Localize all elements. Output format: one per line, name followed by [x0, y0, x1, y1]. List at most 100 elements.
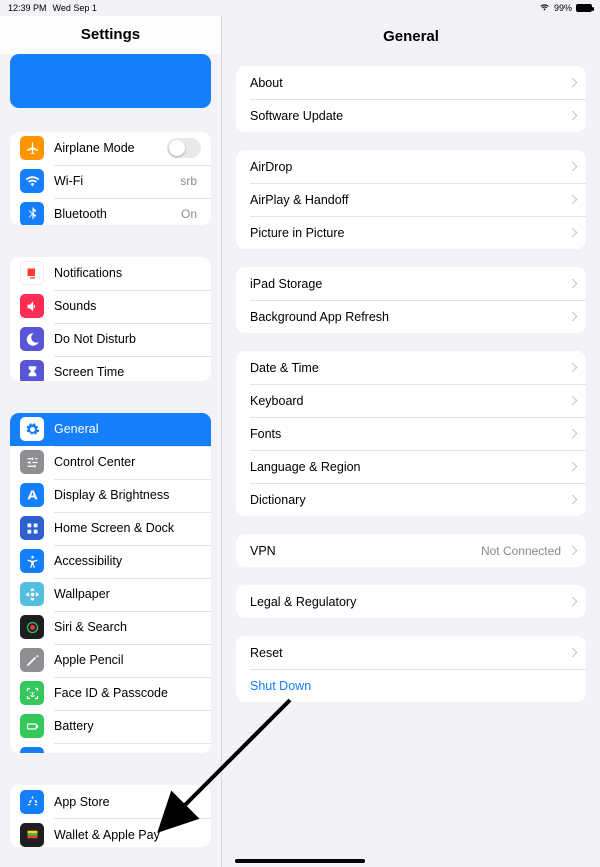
chevron-right-icon: [568, 312, 578, 322]
grid-icon: [20, 516, 44, 540]
row-fonts[interactable]: Fonts: [236, 417, 586, 450]
sidebar-item-label: Do Not Disturb: [54, 332, 201, 346]
sidebar-item-dnd[interactable]: Do Not Disturb: [10, 323, 211, 356]
sidebar-item-screentime[interactable]: Screen Time: [10, 356, 211, 381]
row-datetime[interactable]: Date & Time: [236, 351, 586, 384]
sidebar-group-connectivity: Airplane Mode Wi-Fi srb Bluetooth On: [10, 132, 211, 225]
sidebar-item-label: Apple Pencil: [54, 653, 201, 667]
sidebar-group-general: General Control Center Display & Brightn…: [10, 413, 211, 753]
status-bar: 12:39 PM Wed Sep 1 99%: [0, 0, 600, 16]
sidebar-item-controlcenter[interactable]: Control Center: [10, 446, 211, 479]
sidebar-item-pencil[interactable]: Apple Pencil: [10, 644, 211, 677]
sidebar-item-label: General: [54, 422, 201, 436]
chevron-right-icon: [568, 648, 578, 658]
wifi-icon: [20, 169, 44, 193]
face-icon: [20, 681, 44, 705]
sidebar-item-label: Screen Time: [54, 365, 201, 379]
chevron-right-icon: [568, 396, 578, 406]
sidebar-item-privacy[interactable]: Privacy: [10, 743, 211, 753]
chevron-right-icon: [568, 363, 578, 373]
sidebar-item-general[interactable]: General: [10, 413, 211, 446]
sidebar-item-appstore[interactable]: App Store: [10, 785, 211, 818]
siri-icon: [20, 615, 44, 639]
sidebar-item-label: Wallpaper: [54, 587, 201, 601]
sidebar-item-homescreen[interactable]: Home Screen & Dock: [10, 512, 211, 545]
sidebar-item-label: Privacy: [54, 752, 201, 753]
row-legal[interactable]: Legal & Regulatory: [236, 585, 586, 618]
sidebar-item-value: On: [181, 207, 197, 221]
chevron-right-icon: [568, 111, 578, 121]
bell-icon: [20, 261, 44, 285]
sidebar-item-label: App Store: [54, 795, 201, 809]
row-reset[interactable]: Reset: [236, 636, 586, 669]
main-title: General: [222, 16, 600, 56]
sidebar-item-faceid[interactable]: Face ID & Passcode: [10, 677, 211, 710]
row-label: Date & Time: [250, 361, 565, 375]
sidebar-item-wallet[interactable]: Wallet & Apple Pay: [10, 818, 211, 847]
speaker-icon: [20, 294, 44, 318]
row-bgrefresh[interactable]: Background App Refresh: [236, 300, 586, 333]
accessibility-icon: [20, 549, 44, 573]
airplane-icon: [20, 136, 44, 160]
sidebar-group-notify: Notifications Sounds Do Not Disturb Scre…: [10, 257, 211, 381]
chevron-right-icon: [568, 597, 578, 607]
row-pip[interactable]: Picture in Picture: [236, 216, 586, 249]
row-about[interactable]: About: [236, 66, 586, 99]
sidebar-item-label: Notifications: [54, 266, 201, 280]
sidebar-item-label: Control Center: [54, 455, 201, 469]
row-language[interactable]: Language & Region: [236, 450, 586, 483]
airplane-toggle[interactable]: [167, 138, 201, 158]
main-panel: General About Software Update AirDrop Ai…: [222, 16, 600, 867]
row-shutdown[interactable]: Shut Down: [236, 669, 586, 702]
row-label: VPN: [250, 544, 481, 558]
sidebar-item-value: srb: [180, 174, 197, 188]
chevron-right-icon: [568, 162, 578, 172]
chevron-right-icon: [568, 279, 578, 289]
wifi-icon: [539, 3, 550, 14]
chevron-right-icon: [568, 462, 578, 472]
chevron-right-icon: [568, 78, 578, 88]
sidebar-item-airplane[interactable]: Airplane Mode: [10, 132, 211, 165]
sidebar: Settings Airplane Mode Wi-Fi srb Bluetoo…: [0, 16, 222, 867]
row-keyboard[interactable]: Keyboard: [236, 384, 586, 417]
sidebar-item-label: Accessibility: [54, 554, 201, 568]
row-label: AirDrop: [250, 160, 565, 174]
row-label: About: [250, 76, 565, 90]
row-airdrop[interactable]: AirDrop: [236, 150, 586, 183]
sidebar-item-wifi[interactable]: Wi-Fi srb: [10, 165, 211, 198]
hand-icon: [20, 747, 44, 753]
sidebar-item-label: Battery: [54, 719, 201, 733]
row-airplay[interactable]: AirPlay & Handoff: [236, 183, 586, 216]
sidebar-item-sounds[interactable]: Sounds: [10, 290, 211, 323]
row-vpn[interactable]: VPNNot Connected: [236, 534, 586, 567]
sidebar-item-label: Bluetooth: [54, 207, 181, 221]
sidebar-item-siri[interactable]: Siri & Search: [10, 611, 211, 644]
text-size-icon: [20, 483, 44, 507]
sidebar-item-battery[interactable]: Battery: [10, 710, 211, 743]
sidebar-group-store: App Store Wallet & Apple Pay: [10, 785, 211, 847]
apple-id-card[interactable]: [10, 54, 211, 108]
battery-icon: [20, 714, 44, 738]
sidebar-item-accessibility[interactable]: Accessibility: [10, 545, 211, 578]
row-label: Keyboard: [250, 394, 565, 408]
appstore-icon: [20, 790, 44, 814]
row-label: Software Update: [250, 109, 565, 123]
sidebar-item-wallpaper[interactable]: Wallpaper: [10, 578, 211, 611]
sidebar-item-display[interactable]: Display & Brightness: [10, 479, 211, 512]
battery-icon: [576, 4, 592, 12]
row-label: Legal & Regulatory: [250, 595, 565, 609]
wallet-icon: [20, 823, 44, 847]
row-dictionary[interactable]: Dictionary: [236, 483, 586, 516]
sidebar-item-label: Display & Brightness: [54, 488, 201, 502]
gear-icon: [20, 417, 44, 441]
sidebar-item-bluetooth[interactable]: Bluetooth On: [10, 198, 211, 225]
sidebar-item-label: Wi-Fi: [54, 174, 180, 188]
row-storage[interactable]: iPad Storage: [236, 267, 586, 300]
row-label: Picture in Picture: [250, 226, 565, 240]
row-software-update[interactable]: Software Update: [236, 99, 586, 132]
sidebar-item-notifications[interactable]: Notifications: [10, 257, 211, 290]
sidebar-title: Settings: [0, 16, 221, 54]
sidebar-item-label: Face ID & Passcode: [54, 686, 201, 700]
row-value: Not Connected: [481, 544, 561, 558]
chevron-right-icon: [568, 429, 578, 439]
